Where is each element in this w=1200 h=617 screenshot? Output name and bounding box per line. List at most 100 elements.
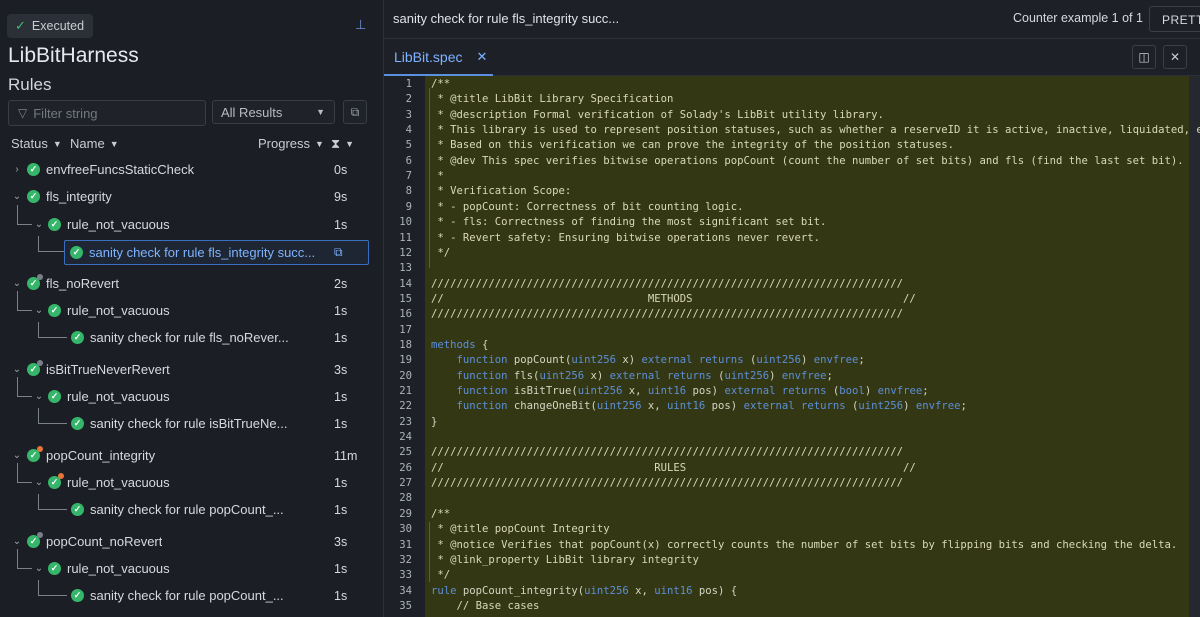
chevron-down-icon[interactable]: ⌄ [11, 450, 23, 461]
line-number: 33 [399, 569, 412, 582]
code-line: * @title popCount Integrity [431, 523, 610, 536]
check-icon: ✓ [15, 18, 26, 33]
success-icon: ✓ [48, 473, 64, 489]
line-number: 9 [405, 200, 412, 213]
code-line: // METHODS // [431, 292, 916, 305]
code-line: * Verification Scope: [431, 185, 572, 198]
line-number: 24 [399, 431, 412, 444]
rule-row[interactable]: ✓ sanity check for rule popCount_... 1s [0, 582, 383, 609]
selected-rule-row[interactable]: ✓ sanity check for rule fls_integrity su… [64, 240, 369, 265]
column-name[interactable]: Name ▼ [70, 136, 119, 151]
tab-label: LibBit.spec [394, 48, 463, 65]
chevron-down-icon[interactable]: ⌄ [33, 563, 45, 574]
rule-row[interactable]: › ✓ envfreeFuncsStaticCheck 0s [0, 156, 383, 183]
line-number: 23 [399, 415, 412, 428]
column-time[interactable]: ⧗ ▼ [331, 136, 354, 152]
column-name-label: Name [70, 136, 105, 151]
tab-libbit-spec[interactable]: LibBit.spec ✕ [384, 39, 493, 76]
success-icon: ✓ [71, 589, 84, 602]
rule-row[interactable]: ✓ sanity check for rule isBitTrueNe... 1… [0, 410, 383, 437]
chevron-down-icon[interactable]: ⌄ [33, 305, 45, 316]
code-line: rule popCount_integrity(uint256 x, uint1… [431, 584, 738, 597]
line-number: 34 [399, 584, 412, 597]
code-line: ////////////////////////////////////////… [431, 277, 903, 290]
code-line: function isBitTrue(uint256 x, uint16 pos… [456, 385, 929, 397]
chevron-down-icon[interactable]: ⌄ [33, 477, 45, 488]
code-editor[interactable]: 1 2 3 4 5 6 7 8 9 10 11 12 13 14 15 16 17 18 19 20 21 22 23 24 2… [384, 76, 1200, 617]
line-number: 6 [405, 154, 412, 167]
rule-row[interactable]: ⌄ ✓ rule_not_vacuous 1s [0, 297, 383, 324]
line-number: 11 [399, 231, 412, 244]
rule-row[interactable]: ⌄ ✓ isBitTrueNeverRevert 3s [0, 356, 383, 383]
code-line: // Base cases [431, 599, 540, 612]
rule-row[interactable]: ⌄ ✓ fls_integrity 9s [0, 183, 383, 210]
rule-time: 2s [334, 276, 348, 291]
success-icon: ✓ [71, 331, 84, 344]
column-status-label: Status [11, 136, 48, 151]
filter-box[interactable]: ▽ [8, 100, 206, 126]
copy-button[interactable]: ⧉ [343, 100, 367, 124]
code-line: * @link_property LibBit library integrit… [431, 553, 699, 566]
success-icon: ✓ [48, 562, 61, 575]
rule-row[interactable]: ✓ sanity check for rule popCount_... 1s [0, 496, 383, 523]
pin-icon[interactable]: ⊥ [355, 17, 366, 33]
line-number: 17 [399, 323, 412, 336]
close-icon[interactable]: ✕ [476, 49, 487, 65]
success-icon: ✓ [27, 163, 40, 176]
code-line: function fls(uint256 x) external returns… [456, 369, 833, 382]
chevron-down-icon[interactable]: ⌄ [33, 391, 45, 402]
code-line: * - fls: Correctness of finding the most… [431, 216, 827, 229]
line-number: 10 [399, 216, 412, 229]
scrollbar[interactable] [1189, 76, 1200, 617]
pretty-button[interactable]: PRETT [1149, 6, 1200, 32]
chevron-down-icon[interactable]: ⌄ [33, 219, 45, 230]
copy-icon[interactable]: ⧉ [334, 245, 343, 260]
rule-time: 1s [334, 330, 348, 345]
rule-label: sanity check for rule fls_integrity succ… [89, 245, 316, 260]
rule-time: 1s [334, 416, 348, 431]
line-number: 13 [399, 262, 412, 275]
split-view-button[interactable]: ◫ [1132, 45, 1156, 69]
chevron-down-icon[interactable]: ⌄ [11, 536, 23, 547]
code-line: */ [431, 569, 451, 582]
code-line: * @description Formal verification of So… [431, 108, 884, 121]
success-icon: ✓ [27, 360, 43, 376]
line-number: 25 [399, 446, 412, 459]
line-number: 3 [405, 108, 412, 121]
rule-row[interactable]: ⌄ ✓ fls_noRevert 2s [0, 270, 383, 297]
rule-label: popCount_integrity [46, 448, 156, 463]
rule-row[interactable]: ⌄ ✓ rule_not_vacuous 1s [0, 211, 383, 238]
close-panel-button[interactable]: ✕ [1163, 45, 1187, 69]
rule-label: rule_not_vacuous [67, 561, 170, 576]
chevron-down-icon[interactable]: ⌄ [11, 278, 23, 289]
rule-row[interactable]: ⌄ ✓ rule_not_vacuous 1s [0, 469, 383, 496]
filter-input[interactable] [31, 104, 196, 122]
rule-row[interactable]: ⌄ ✓ rule_not_vacuous 1s [0, 383, 383, 410]
line-number: 16 [399, 308, 412, 321]
rule-row[interactable]: ⌄ ✓ rule_not_vacuous 1s [0, 555, 383, 582]
rule-time: 1s [334, 475, 348, 490]
chevron-down-icon: ▼ [316, 107, 325, 117]
results-select[interactable]: All Results ▼ [212, 100, 335, 124]
code-line: methods { [431, 338, 489, 351]
line-number: 30 [399, 523, 412, 536]
chevron-right-icon[interactable]: › [11, 164, 23, 175]
line-number: 32 [399, 553, 412, 566]
counter-example-label: Counter example 1 of 1 [1013, 11, 1143, 25]
rule-row[interactable]: ⌄ ✓ popCount_noRevert 3s [0, 528, 383, 555]
rule-label: sanity check for rule isBitTrueNe... [90, 416, 288, 431]
column-status[interactable]: Status ▼ [11, 136, 62, 151]
column-progress[interactable]: Progress ▼ [258, 136, 324, 151]
code-line: ////////////////////////////////////////… [431, 446, 903, 459]
success-icon: ✓ [48, 218, 61, 231]
chevron-down-icon[interactable]: ⌄ [11, 191, 23, 202]
rule-row[interactable]: ⌄ ✓ popCount_integrity 11m [0, 442, 383, 469]
line-number: 18 [399, 338, 412, 351]
section-title: Rules [8, 75, 52, 94]
chevron-down-icon: ▼ [52, 138, 62, 149]
rule-time: 9s [334, 189, 348, 204]
line-number: 22 [399, 400, 412, 413]
chevron-down-icon[interactable]: ⌄ [11, 364, 23, 375]
rule-row[interactable]: ✓ sanity check for rule fls_noRever... 1… [0, 324, 383, 351]
copy-icon: ⧉ [350, 104, 360, 119]
